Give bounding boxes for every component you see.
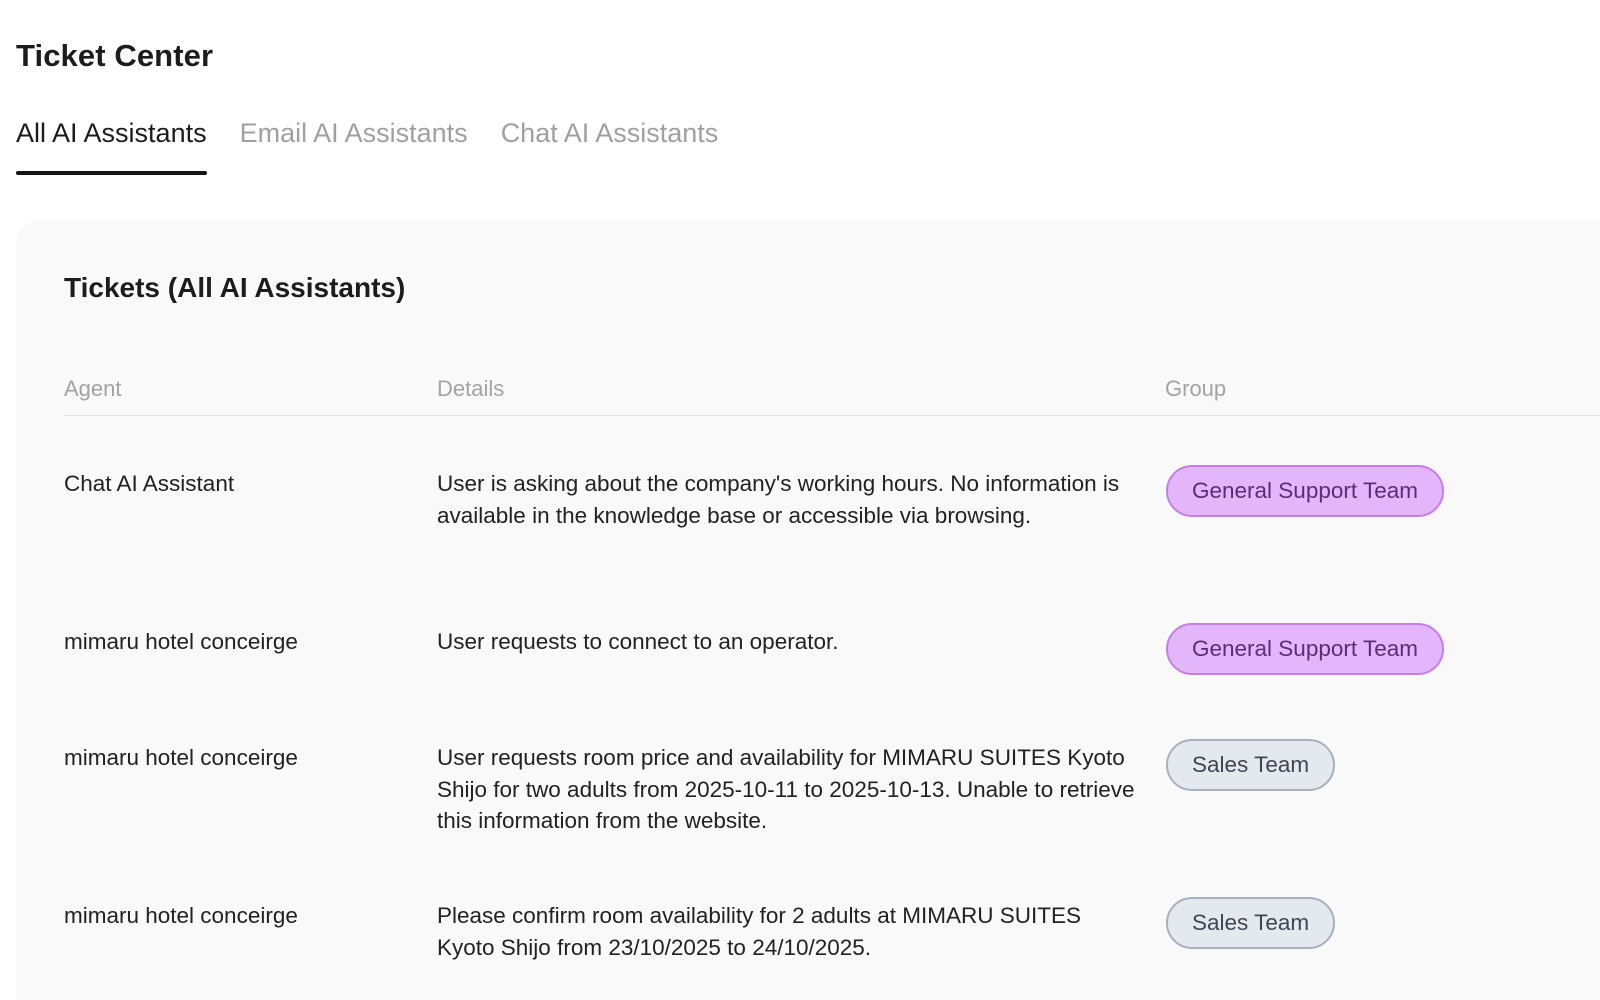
group-badge: Sales Team <box>1166 897 1336 949</box>
group-cell: General Support Team <box>1166 623 1444 675</box>
group-cell: General Support Team <box>1166 465 1444 517</box>
assistant-tabs: All AI Assistants Email AI Assistants Ch… <box>16 118 751 175</box>
agent-cell: mimaru hotel conceirge <box>64 903 298 928</box>
group-cell: Sales Team <box>1166 897 1336 949</box>
tab-email-ai-assistants[interactable]: Email AI Assistants <box>240 118 468 175</box>
group-badge: General Support Team <box>1166 465 1444 517</box>
tab-chat-ai-assistants[interactable]: Chat AI Assistants <box>501 118 719 175</box>
agent-cell: mimaru hotel conceirge <box>64 629 298 654</box>
tab-all-ai-assistants[interactable]: All AI Assistants <box>16 118 207 175</box>
details-cell: Please confirm room availability for 2 a… <box>437 903 1081 960</box>
column-header-group: Group <box>1165 376 1227 401</box>
group-badge: Sales Team <box>1166 739 1336 791</box>
column-header-details: Details <box>437 376 505 401</box>
group-cell: Sales Team <box>1166 739 1336 791</box>
ticket-center-page: Ticket Center All AI Assistants Email AI… <box>0 0 1600 1000</box>
tickets-card: Tickets (All AI Assistants) Agent Detail… <box>16 220 1600 1000</box>
agent-cell: mimaru hotel conceirge <box>64 745 298 770</box>
tickets-title: Tickets (All AI Assistants) <box>64 272 406 303</box>
page-title: Ticket Center <box>16 38 214 73</box>
details-cell: User requests room price and availabilit… <box>437 745 1135 833</box>
agent-cell: Chat AI Assistant <box>64 471 235 496</box>
details-cell: User requests to connect to an operator. <box>437 629 839 654</box>
group-badge: General Support Team <box>1166 623 1444 675</box>
table-header: Agent Details Group <box>64 370 1600 416</box>
column-header-agent: Agent <box>64 376 122 401</box>
details-cell: User is asking about the company's worki… <box>437 471 1120 528</box>
